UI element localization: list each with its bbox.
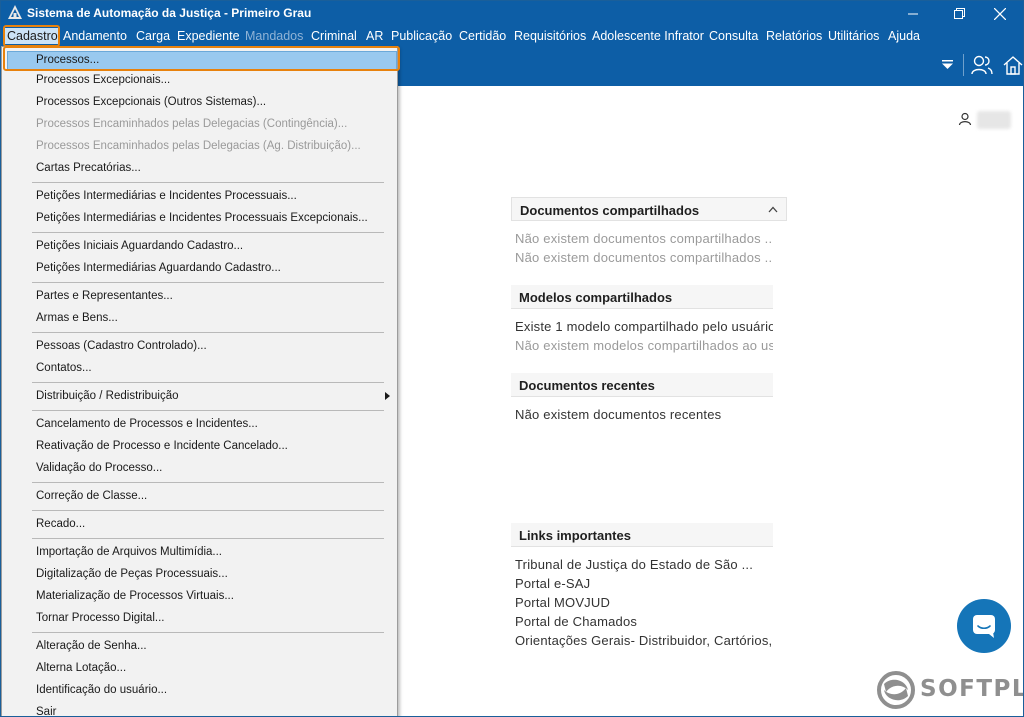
menu-relatorios[interactable]: Relatórios	[766, 28, 822, 44]
menu-ar[interactable]: AR	[366, 28, 383, 44]
link-portal-movjud[interactable]: Portal MOVJUD	[515, 595, 773, 610]
menu-separator	[32, 282, 384, 283]
softplan-logo-icon	[877, 671, 915, 709]
links-importantes-title: Links importantes	[519, 528, 631, 543]
app-window: Sistema de Automação da Justiça - Primei…	[0, 0, 1024, 717]
menu-item-identificacao-usuario[interactable]: Identificação do usuário...	[36, 683, 167, 697]
link-portal-chamados[interactable]: Portal de Chamados	[515, 614, 773, 629]
menu-item-delegacias-contingencia: Processos Encaminhados pelas Delegacias …	[36, 118, 348, 130]
menu-item-cancelamento[interactable]: Cancelamento de Processos e Incidentes..…	[36, 417, 258, 431]
chevron-up-icon[interactable]	[768, 206, 778, 213]
menu-item-peticoes-intermediarias-aguardando[interactable]: Petições Intermediárias Aguardando Cadas…	[36, 261, 281, 275]
menu-item-sair[interactable]: Sair	[36, 705, 56, 716]
minimize-icon	[908, 13, 918, 14]
modelos-compartilhados-line-2[interactable]: Não existem modelos compartilhados ao us…	[515, 338, 773, 353]
menu-item-alteracao-senha[interactable]: Alteração de Senha...	[36, 639, 147, 653]
cadastro-dropdown-menu: Processos... Processos Excepcionais... P…	[1, 46, 398, 716]
menu-item-peticoes-intermediarias[interactable]: Petições Intermediárias e Incidentes Pro…	[36, 189, 297, 203]
home-icon[interactable]	[1002, 54, 1024, 76]
menu-item-distribuicao[interactable]: Distribuição / Redistribuição	[36, 389, 179, 403]
menu-bar: Cadastro Andamento Carga Expediente Mand…	[1, 26, 1023, 46]
documentos-compartilhados-title: Documentos compartilhados	[520, 203, 700, 218]
close-icon	[994, 7, 1006, 20]
processos-annotation-box	[3, 46, 400, 71]
menu-item-validacao[interactable]: Validação do Processo...	[36, 461, 162, 475]
menu-item-processos-excepcionais[interactable]: Processos Excepcionais...	[36, 73, 170, 87]
menu-separator	[32, 410, 384, 411]
app-logo-icon	[8, 5, 22, 19]
menu-item-peticoes-intermediarias-excepcionais[interactable]: Petições Intermediárias e Incidentes Pro…	[36, 211, 368, 225]
dropdown-arrow-icon[interactable]	[942, 60, 953, 70]
menu-item-reativacao[interactable]: Reativação de Processo e Incidente Cance…	[36, 439, 288, 453]
menu-item-delegacias-ag-distribuicao: Processos Encaminhados pelas Delegacias …	[36, 140, 361, 152]
menu-item-recado[interactable]: Recado...	[36, 517, 85, 531]
menu-item-pessoas[interactable]: Pessoas (Cadastro Controlado)...	[36, 339, 207, 353]
menu-mandados: Mandados	[245, 29, 304, 43]
menu-criminal[interactable]: Criminal	[311, 28, 357, 44]
chat-button[interactable]	[957, 599, 1011, 653]
cadastro-annotation-box	[3, 25, 60, 47]
submenu-arrow-icon	[385, 392, 390, 400]
menu-ajuda[interactable]: Ajuda	[888, 28, 920, 44]
restore-button[interactable]	[936, 1, 982, 26]
user-icon	[958, 112, 972, 126]
menu-item-peticoes-iniciais-aguardando[interactable]: Petições Iniciais Aguardando Cadastro...	[36, 239, 243, 253]
menu-separator	[32, 632, 384, 633]
menu-carga[interactable]: Carga	[136, 28, 170, 44]
menu-consulta[interactable]: Consulta	[709, 28, 758, 44]
menu-requisitorios[interactable]: Requisitórios	[514, 28, 586, 44]
chat-icon	[973, 615, 995, 638]
menu-andamento[interactable]: Andamento	[63, 28, 127, 44]
menu-certidao[interactable]: Certidão	[459, 28, 506, 44]
documentos-compartilhados-header[interactable]: Documentos compartilhados	[511, 197, 787, 221]
modelos-compartilhados-title: Modelos compartilhados	[519, 290, 673, 305]
link-portal-esaj[interactable]: Portal e-SAJ	[515, 576, 773, 591]
menu-item-importacao-multimidia[interactable]: Importação de Arquivos Multimídia...	[36, 545, 222, 559]
menu-separator	[32, 332, 384, 333]
menu-item-processos-excepcionais-outros[interactable]: Processos Excepcionais (Outros Sistemas)…	[36, 95, 266, 109]
documentos-recentes-line-1: Não existem documentos recentes	[515, 407, 722, 422]
menu-item-tornar-digital[interactable]: Tornar Processo Digital...	[36, 611, 164, 625]
window-title: Sistema de Automação da Justiça - Primei…	[27, 6, 312, 20]
menu-separator	[32, 538, 384, 539]
menu-item-digitalizacao[interactable]: Digitalização de Peças Processuais...	[36, 567, 228, 581]
link-orientacoes-gerais[interactable]: Orientações Gerais- Distribuidor, Cartór…	[515, 633, 773, 648]
modelos-compartilhados-line-1[interactable]: Existe 1 modelo compartilhado pelo usuár…	[515, 319, 773, 334]
menu-item-contatos[interactable]: Contatos...	[36, 361, 92, 375]
links-importantes-header[interactable]: Links importantes	[511, 523, 773, 547]
menu-item-cartas-precatorias[interactable]: Cartas Precatórias...	[36, 161, 141, 175]
menu-separator	[32, 382, 384, 383]
documentos-recentes-title: Documentos recentes	[519, 378, 655, 393]
menu-item-correcao-classe[interactable]: Correção de Classe...	[36, 489, 147, 503]
menu-item-partes-representantes[interactable]: Partes e Representantes...	[36, 289, 173, 303]
modelos-compartilhados-header[interactable]: Modelos compartilhados	[511, 285, 773, 309]
menu-expediente[interactable]: Expediente	[177, 28, 240, 44]
menu-separator	[32, 482, 384, 483]
menu-separator	[32, 510, 384, 511]
menu-publicacao[interactable]: Publicação	[391, 28, 452, 44]
documentos-recentes-header[interactable]: Documentos recentes	[511, 373, 773, 397]
menu-separator	[32, 182, 384, 183]
documentos-compartilhados-line-2[interactable]: Não existem documentos compartilhados ..…	[515, 250, 773, 265]
restore-icon	[953, 8, 965, 19]
minimize-button[interactable]	[890, 1, 936, 26]
softplan-wordmark: SOFTPLAN	[920, 676, 1023, 702]
menu-item-materializacao[interactable]: Materialização de Processos Virtuais...	[36, 589, 234, 603]
toolbar-divider	[963, 54, 964, 76]
title-bar: Sistema de Automação da Justiça - Primei…	[1, 1, 1023, 26]
link-tribunal-justica[interactable]: Tribunal de Justiça do Estado de São ...	[515, 557, 773, 572]
close-button[interactable]	[977, 1, 1023, 26]
documentos-compartilhados-line-1[interactable]: Não existem documentos compartilhados ..…	[515, 231, 773, 246]
menu-adolescente-infrator[interactable]: Adolescente Infrator	[592, 28, 704, 44]
menu-separator	[32, 232, 384, 233]
menu-item-alterna-lotacao[interactable]: Alterna Lotação...	[36, 661, 126, 675]
menu-utilitarios[interactable]: Utilitários	[828, 28, 879, 44]
users-icon[interactable]	[971, 54, 993, 76]
menu-item-armas-bens[interactable]: Armas e Bens...	[36, 311, 118, 325]
user-name-redacted	[977, 111, 1011, 129]
